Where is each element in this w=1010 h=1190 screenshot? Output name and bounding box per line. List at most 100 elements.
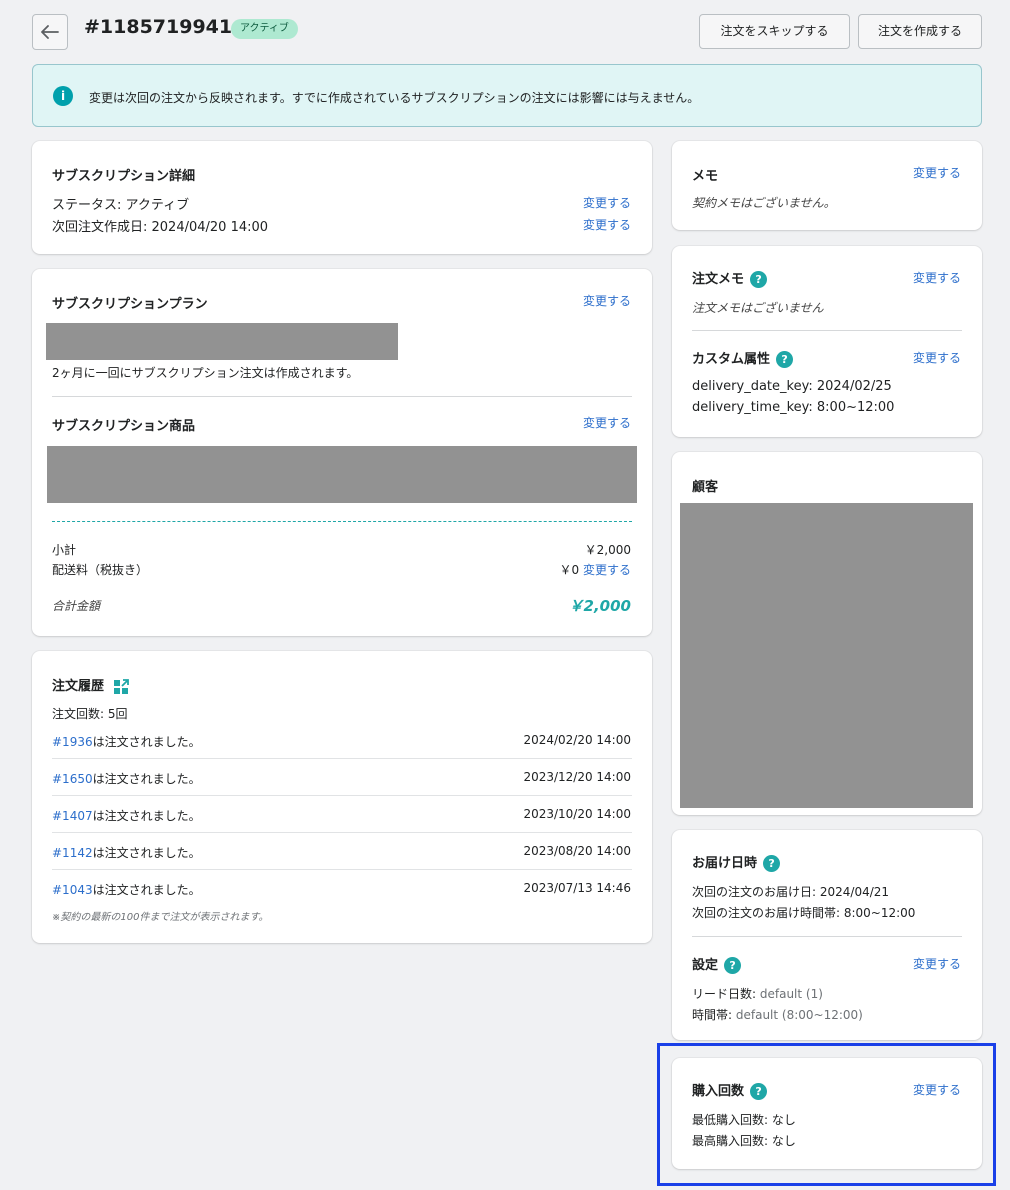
history-row: #1043は注文されました。 <box>52 881 201 898</box>
redacted-products <box>47 446 637 503</box>
change-memo-link[interactable]: 変更する <box>913 164 961 181</box>
row-divider <box>52 869 632 870</box>
change-plan-link[interactable]: 変更する <box>583 292 631 309</box>
external-link-icon[interactable] <box>113 678 129 695</box>
history-date: 2023/12/20 14:00 <box>523 770 631 784</box>
customer-card: 顧客 <box>672 452 982 815</box>
customer-title: 顧客 <box>692 480 719 495</box>
attr-row: delivery_date_key: 2024/02/25 <box>692 379 892 394</box>
order-memo-title: 注文メモ <box>692 272 745 287</box>
time-slot-label: 時間帯: <box>692 1008 733 1022</box>
history-title: 注文履歴 <box>52 679 105 694</box>
change-settings-link[interactable]: 変更する <box>913 955 961 972</box>
info-banner: i 変更は次回の注文から反映されます。すでに作成されているサブスクリプションの注… <box>32 64 982 127</box>
ordered-text: は注文されました。 <box>92 735 201 749</box>
order-link[interactable]: #1650 <box>52 772 93 786</box>
ordered-text: は注文されました。 <box>92 846 201 860</box>
history-date: 2023/10/20 14:00 <box>523 807 631 821</box>
divider <box>692 936 962 937</box>
details-title: サブスクリプション詳細 <box>52 169 196 184</box>
custom-attr-title-row: カスタム属性? <box>692 348 794 368</box>
ordered-text: は注文されました。 <box>92 809 201 823</box>
plan-title: サブスクリプションプラン <box>52 297 208 312</box>
dashed-divider <box>52 521 632 522</box>
change-next-order-link[interactable]: 変更する <box>583 216 631 233</box>
next-order-line: 次回注文作成日: 2024/04/20 14:00 <box>52 220 269 235</box>
status-line: ステータス: アクティブ <box>52 198 190 213</box>
history-footnote: ※契約の最新の100件まで注文が表示されます。 <box>52 912 269 923</box>
settings-title: 設定 <box>692 958 719 973</box>
attr-value: 8:00~12:00 <box>816 400 895 415</box>
order-link[interactable]: #1043 <box>52 883 93 897</box>
history-row: #1407は注文されました。 <box>52 807 201 824</box>
arrow-left-icon <box>41 25 59 39</box>
lead-days-row: リード日数: default (1) <box>692 985 823 1002</box>
history-row: #1650は注文されました。 <box>52 770 201 787</box>
lead-days-label: リード日数: <box>692 987 757 1001</box>
next-delivery-time: 次回の注文のお届け時間帯: 8:00~12:00 <box>692 906 916 920</box>
attr-value: 2024/02/25 <box>816 379 892 394</box>
subscription-details-card: サブスクリプション詳細 ステータス: アクティブ 変更する 次回注文作成日: 2… <box>32 141 652 254</box>
total-value: ￥2,000 <box>568 597 631 615</box>
history-row: #1936は注文されました。 <box>52 733 201 750</box>
back-button[interactable] <box>32 14 68 50</box>
delivery-card: お届け日時? 次回の注文のお届け日: 2024/04/21 次回の注文のお届け時… <box>672 830 982 1040</box>
attr-key: delivery_time_key: <box>692 400 813 415</box>
order-link[interactable]: #1142 <box>52 846 93 860</box>
lead-days-value: default (1) <box>759 987 823 1001</box>
next-delivery-date: 次回の注文のお届け日: 2024/04/21 <box>692 885 890 899</box>
order-memo-empty: 注文メモはございません <box>692 301 824 315</box>
history-date: 2023/07/13 14:46 <box>523 881 631 895</box>
memo-card: メモ 変更する 契約メモはございません。 <box>672 141 982 230</box>
order-link[interactable]: #1936 <box>52 735 93 749</box>
custom-attr-title: カスタム属性 <box>692 352 771 367</box>
history-date: 2024/02/20 14:00 <box>523 733 631 747</box>
help-icon[interactable]: ? <box>776 351 794 368</box>
order-memo-title-row: 注文メモ? <box>692 268 768 288</box>
plan-description: 2ヶ月に一回にサブスクリプション注文は作成されます。 <box>52 366 359 380</box>
memo-title: メモ <box>692 169 719 184</box>
order-count: 注文回数: 5回 <box>52 707 128 721</box>
time-slot-row: 時間帯: default (8:00~12:00) <box>692 1006 863 1023</box>
history-date: 2023/08/20 14:00 <box>523 844 631 858</box>
ordered-text: は注文されました。 <box>92 883 201 897</box>
total-label: 合計金額 <box>52 599 101 613</box>
divider <box>52 396 632 397</box>
order-history-card: 注文履歴 注文回数: 5回 #1936は注文されました。 2024/02/20 … <box>32 651 652 943</box>
history-title-row: 注文履歴 <box>52 675 129 695</box>
info-icon: i <box>53 86 73 106</box>
history-row: #1142は注文されました。 <box>52 844 201 861</box>
order-memo-card: 注文メモ? 変更する 注文メモはございません カスタム属性? 変更する deli… <box>672 246 982 437</box>
help-icon[interactable]: ? <box>724 957 742 974</box>
help-icon[interactable]: ? <box>750 271 768 288</box>
change-custom-attr-link[interactable]: 変更する <box>913 349 961 366</box>
products-title: サブスクリプション商品 <box>52 419 196 434</box>
shipping-row-right: ￥0 変更する <box>560 561 631 578</box>
highlight-box <box>657 1043 996 1186</box>
row-divider <box>52 795 632 796</box>
subscription-plan-card: サブスクリプションプラン 変更する 2ヶ月に一回にサブスクリプション注文は作成さ… <box>32 269 652 636</box>
shipping-value: ￥0 <box>559 563 580 577</box>
subtotal-value: ￥2,000 <box>584 543 631 557</box>
attr-row: delivery_time_key: 8:00~12:00 <box>692 400 894 415</box>
create-order-button[interactable]: 注文を作成する <box>858 14 982 49</box>
delivery-title-row: お届け日時? <box>692 852 781 872</box>
change-products-link[interactable]: 変更する <box>583 414 631 431</box>
order-link[interactable]: #1407 <box>52 809 93 823</box>
memo-empty: 契約メモはございません。 <box>692 196 836 210</box>
delivery-title: お届け日時 <box>692 856 758 871</box>
settings-title-row: 設定? <box>692 954 742 974</box>
ordered-text: は注文されました。 <box>92 772 201 786</box>
banner-text: 変更は次回の注文から反映されます。すでに作成されているサブスクリプションの注文に… <box>89 91 700 105</box>
subtotal-label: 小計 <box>52 543 77 557</box>
change-order-memo-link[interactable]: 変更する <box>913 269 961 286</box>
change-shipping-link[interactable]: 変更する <box>583 563 631 577</box>
redacted-plan-info <box>46 323 398 360</box>
row-divider <box>52 832 632 833</box>
attr-key: delivery_date_key: <box>692 379 813 394</box>
skip-order-button[interactable]: 注文をスキップする <box>699 14 850 49</box>
change-status-link[interactable]: 変更する <box>583 194 631 211</box>
time-slot-value: default (8:00~12:00) <box>735 1008 863 1022</box>
help-icon[interactable]: ? <box>763 855 781 872</box>
order-id: #11857199414 <box>84 16 246 38</box>
